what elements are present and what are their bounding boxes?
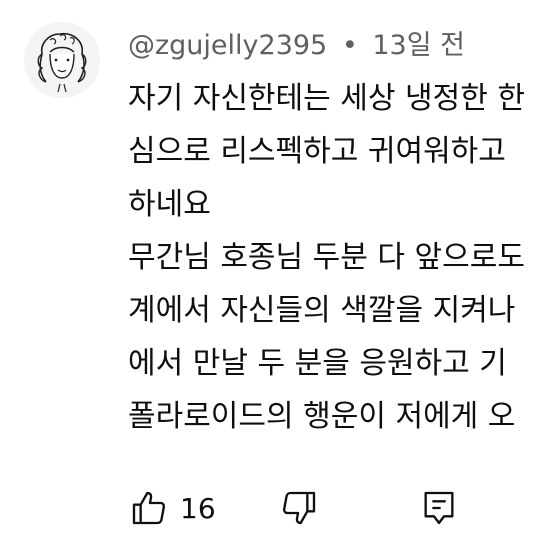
comment-line: 폴라로이드의 행운이 저에게 오 bbox=[128, 399, 516, 434]
dislike-button[interactable] bbox=[274, 483, 324, 533]
comment-body: 자기 자신한테는 세상 냉정한 한 심으로 리스펙하고 귀여워하고 하네요 무간… bbox=[128, 72, 560, 443]
comment-line: 심으로 리스펙하고 귀여워하고 bbox=[128, 134, 506, 169]
thumbs-down-icon bbox=[282, 491, 315, 525]
comment-time[interactable]: 13일 전 bbox=[372, 30, 465, 61]
comment-line: 계에서 자신들의 색깔을 지켜나 bbox=[128, 293, 516, 328]
reply-button[interactable] bbox=[414, 483, 464, 533]
like-count: 16 bbox=[180, 491, 216, 525]
comment-header: @zgujelly2395 • 13일 전 bbox=[128, 26, 465, 66]
separator-dot: • bbox=[341, 30, 358, 61]
comment-line: 에서 만날 두 분을 응원하고 기 bbox=[128, 346, 507, 381]
like-button[interactable] bbox=[124, 483, 174, 533]
comment-line: 하네요 bbox=[128, 187, 211, 222]
thumbs-up-icon bbox=[132, 491, 166, 525]
comment-line: 무간님 호종님 두분 다 앞으로도 bbox=[128, 240, 525, 275]
comment-line: 자기 자신한테는 세상 냉정한 한 bbox=[128, 81, 525, 116]
comment-thread-item: @zgujelly2395 • 13일 전 자기 자신한테는 세상 냉정한 한 … bbox=[0, 0, 560, 560]
avatar-drawing-icon bbox=[24, 22, 100, 98]
comment-actions: 16 bbox=[124, 482, 464, 534]
author-name[interactable]: @zgujelly2395 bbox=[128, 30, 327, 61]
reply-comment-icon bbox=[424, 491, 454, 525]
avatar[interactable] bbox=[24, 22, 100, 98]
